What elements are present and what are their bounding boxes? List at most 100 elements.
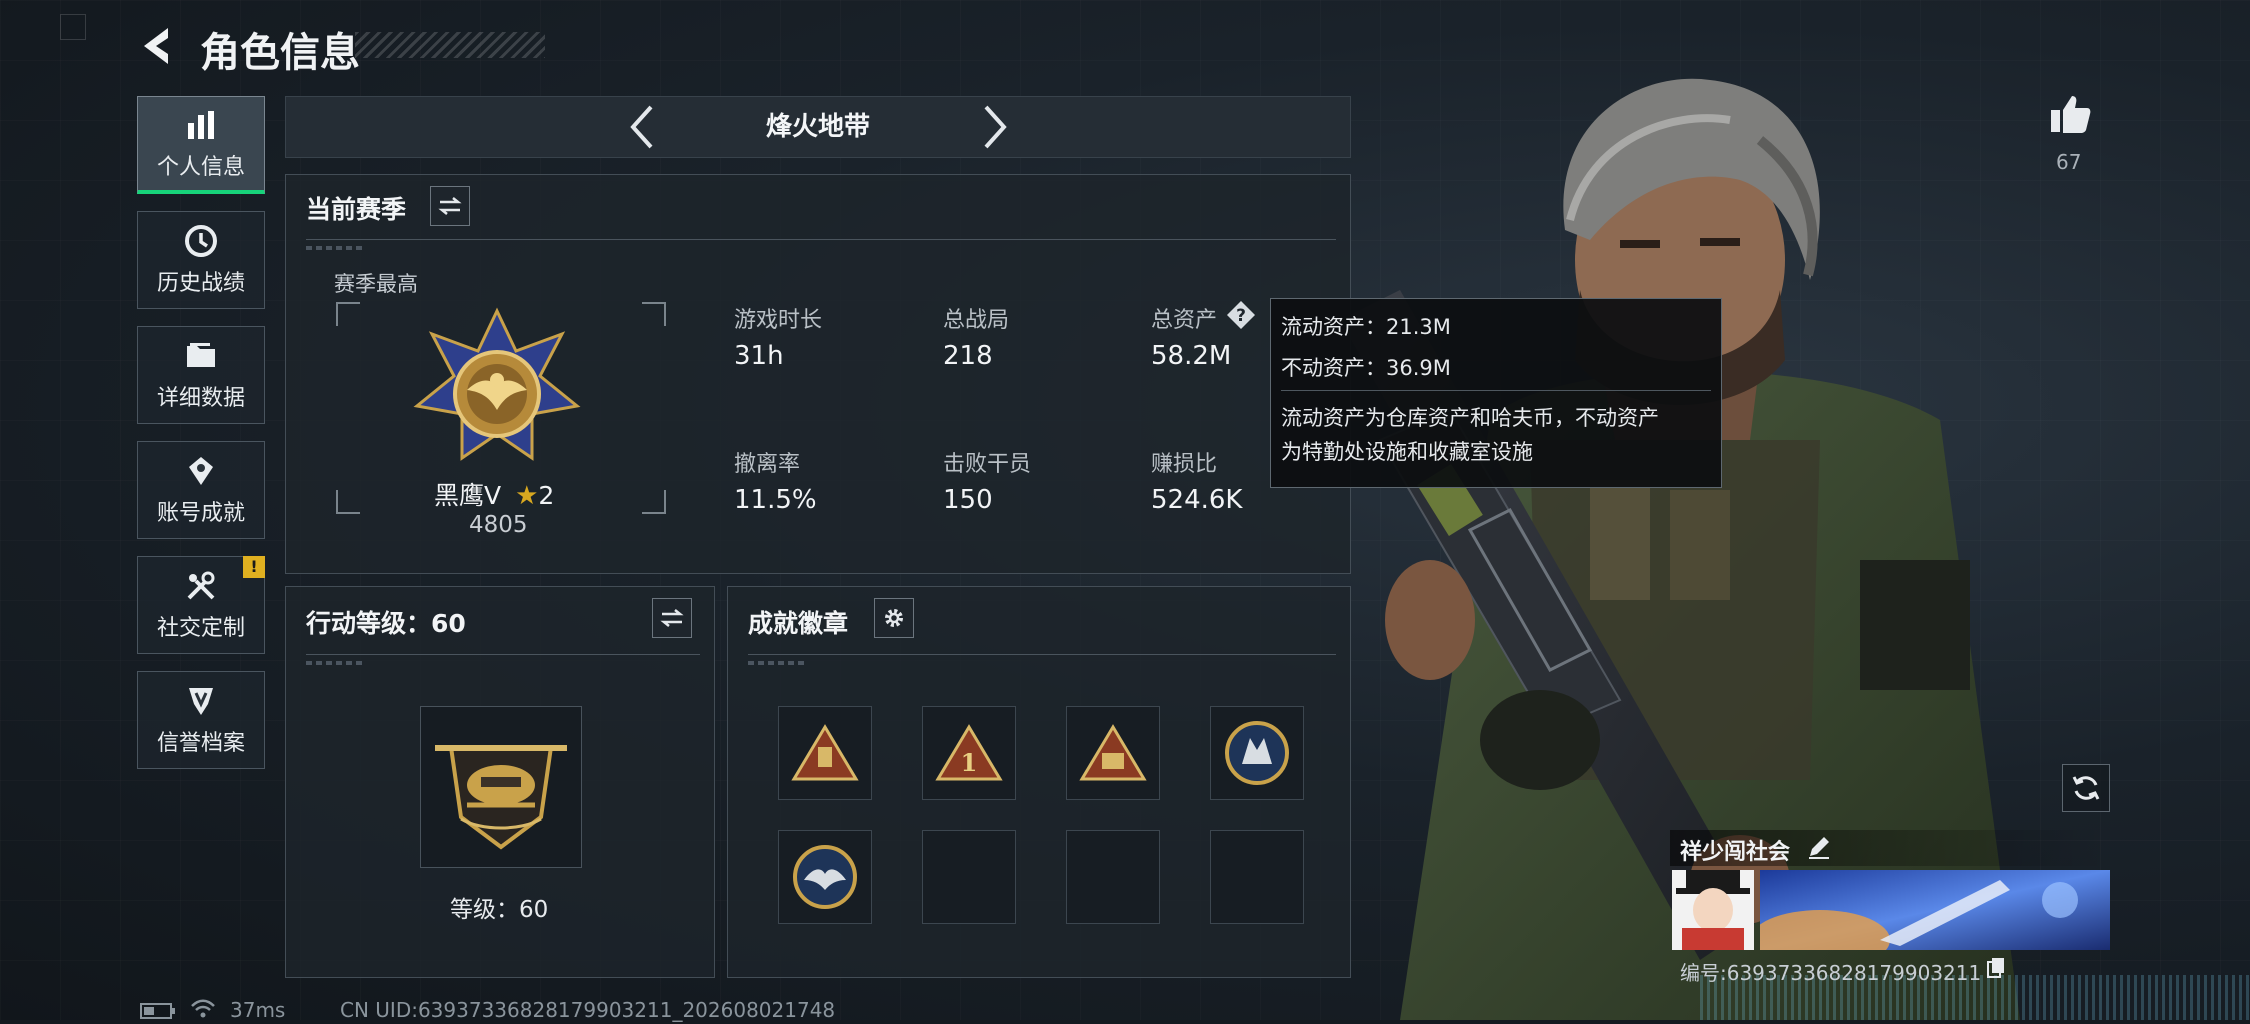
- divider: [306, 239, 1336, 240]
- achievement-icon: [183, 453, 219, 489]
- avatar[interactable]: [1672, 870, 1754, 950]
- achievement-badge-slot-empty[interactable]: [1210, 830, 1304, 924]
- swap-icon: [660, 609, 684, 627]
- copy-id-button[interactable]: [1986, 957, 2006, 979]
- crate-badge-icon: [1079, 724, 1147, 781]
- stat-value-profit-ratio: 524.6K: [1151, 485, 1243, 515]
- stat-label-playtime: 游戏时长: [734, 308, 823, 333]
- uid-text: CN UID:6393733682817990​3211_20260802174…: [340, 998, 836, 1022]
- rank-name-row: 黑鹰V ★2: [434, 476, 554, 512]
- action-level-heading: 行动等级：60: [306, 609, 466, 638]
- tooltip-divider: [1281, 390, 1711, 391]
- like-count: 67: [2056, 150, 2082, 174]
- back-arrow-icon: [144, 28, 168, 64]
- assets-help-button[interactable]: ?: [1226, 300, 1256, 330]
- sidebar-item-label: 社交定制: [156, 616, 245, 641]
- rank-score: 4805: [469, 512, 528, 538]
- stat-label-profit-ratio: 赚损比: [1151, 452, 1218, 477]
- svg-text:?: ?: [1236, 306, 1246, 326]
- rank-stars: 2: [538, 481, 555, 510]
- divider-dash: [306, 661, 362, 665]
- achievements-settings-button[interactable]: [874, 598, 914, 638]
- chevron-right-icon: [984, 105, 1007, 149]
- corner-marker: [60, 14, 86, 40]
- sidebar-item-label: 个人信息: [156, 154, 245, 180]
- divider-dash: [748, 661, 804, 665]
- stat-value-matches: 218: [943, 341, 993, 371]
- folder-icon: [183, 338, 219, 374]
- achievement-badge-slot-empty[interactable]: [1066, 830, 1160, 924]
- gear-icon: [885, 609, 903, 627]
- divider-dash: [306, 246, 362, 250]
- shield-icon: [183, 683, 219, 719]
- alert-badge: !: [243, 556, 265, 578]
- achievement-badge-slot[interactable]: [778, 706, 872, 800]
- star-icon: ★: [515, 481, 539, 511]
- sidebar-item-label: 账号成就: [156, 501, 245, 526]
- rotate-view-button[interactable]: [2062, 764, 2110, 812]
- thumbs-up-icon: [2051, 96, 2091, 133]
- season-heading: 当前赛季: [306, 195, 407, 224]
- action-level-emblem-frame: [420, 706, 582, 868]
- avatar-portrait-icon: [1676, 870, 1750, 950]
- achievement-badge-slot[interactable]: [1066, 706, 1160, 800]
- edit-name-button[interactable]: [1806, 834, 1832, 860]
- action-level-switch-button[interactable]: [652, 598, 692, 638]
- player-name: 祥少闯社会: [1680, 840, 1791, 865]
- swap-icon: [438, 197, 462, 215]
- wolf-medal-icon: [1225, 721, 1289, 785]
- player-id-text: 编号:639373368281799032​11: [1680, 961, 1982, 985]
- sidebar-item-reputation[interactable]: 信誉档案: [137, 671, 265, 769]
- stat-label-matches: 总战局: [943, 308, 1010, 333]
- copy-icon: [1987, 958, 2004, 978]
- profile-banner[interactable]: [1760, 870, 2110, 950]
- season-switch-button[interactable]: [430, 186, 470, 226]
- sidebar-item-history[interactable]: 历史战绩: [137, 211, 265, 309]
- frame-corner: [642, 302, 666, 326]
- svg-text:1: 1: [961, 748, 978, 777]
- rank-name: 黑鹰V: [434, 481, 502, 510]
- back-button[interactable]: [138, 24, 182, 68]
- frame-corner: [336, 490, 360, 514]
- sidebar-item-detailed-data[interactable]: 详细数据: [137, 326, 265, 424]
- bar-chart-icon: [183, 107, 219, 143]
- question-icon: ?: [1227, 301, 1255, 329]
- sidebar-item-social-custom[interactable]: 社交定制 !: [137, 556, 265, 654]
- achievements-heading: 成就徽章: [748, 609, 849, 638]
- frame-corner: [336, 302, 360, 326]
- achievement-badge-slot[interactable]: [778, 830, 872, 924]
- rank-emblem: [412, 306, 582, 476]
- action-level-value: 等级：60: [450, 897, 549, 923]
- tooltip-desc-line-1: 流动资产为仓库资产和哈夫币，不动资产: [1281, 406, 1659, 430]
- helicopter-badge-icon: [435, 745, 567, 850]
- like-button[interactable]: [2048, 92, 2092, 136]
- season-best-label: 赛季最高: [334, 272, 418, 296]
- stat-label-extract-rate: 撤离率: [734, 452, 801, 477]
- prev-mode-button[interactable]: [622, 102, 662, 152]
- achievement-badge-slot-empty[interactable]: [922, 830, 1016, 924]
- wifi-icon: [190, 998, 216, 1020]
- lantern-badge-icon: [791, 724, 859, 781]
- space-banner-image: [1760, 870, 2110, 950]
- sidebar-item-label: 详细数据: [156, 386, 245, 411]
- pencil-icon: [1809, 837, 1829, 859]
- stat-value-extract-rate: 11.5%: [734, 485, 817, 515]
- sidebar-item-label: 信誉档案: [156, 731, 245, 756]
- sidebar-item-personal-info[interactable]: 个人信息: [137, 96, 265, 194]
- sidebar-item-achievements[interactable]: 账号成就: [137, 441, 265, 539]
- stat-value-playtime: 31h: [734, 341, 784, 371]
- mode-title: 烽火地带: [765, 112, 870, 142]
- next-mode-button[interactable]: [975, 102, 1015, 152]
- tooltip-desc-line-2: 为特勤处设施和收藏室设施: [1281, 440, 1533, 464]
- number-one-badge-icon: 1: [935, 724, 1003, 781]
- stat-label-total-assets: 总资产: [1151, 308, 1218, 333]
- eagle-medal-icon: [793, 845, 857, 909]
- tooltip-fixed-assets: 不动资产：36.9M: [1281, 356, 1451, 380]
- achievement-badge-slot[interactable]: 1: [922, 706, 1016, 800]
- rotate-icon: [2072, 776, 2100, 800]
- achievement-badge-slot[interactable]: [1210, 706, 1304, 800]
- stat-value-total-assets: 58.2M: [1151, 341, 1232, 371]
- chevron-left-icon: [630, 105, 653, 149]
- tools-icon: [183, 568, 219, 604]
- battery-icon: [140, 1003, 176, 1019]
